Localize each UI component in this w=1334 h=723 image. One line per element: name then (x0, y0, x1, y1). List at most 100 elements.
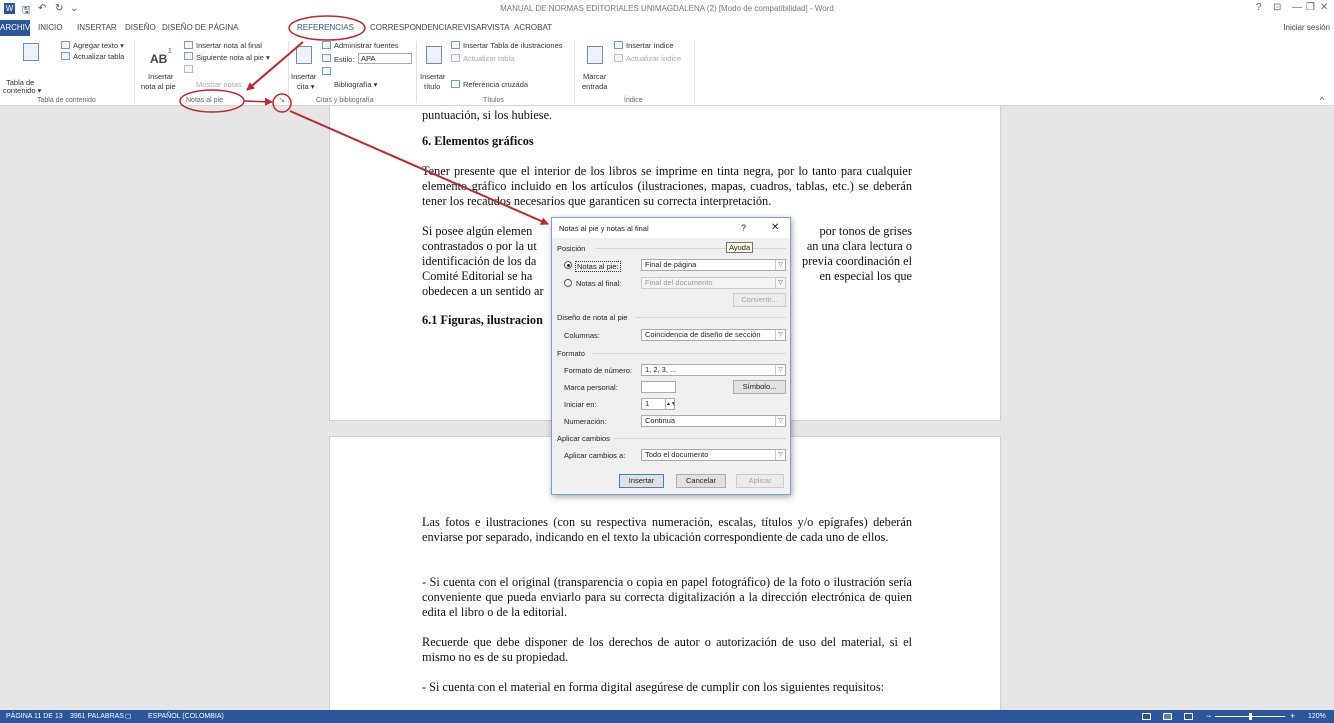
iniciar-en-spinner-icon[interactable]: ▲▼ (665, 398, 675, 410)
tabla-contenido-button-line2[interactable]: contenido ▾ (3, 86, 41, 95)
numeracion-label: Numeración: (564, 417, 607, 426)
print-layout-icon[interactable] (1163, 713, 1172, 720)
zoom-in-icon[interactable]: + (1290, 711, 1295, 721)
tab-diseno-de-pagina[interactable]: DISEÑO DE PÁGINA (162, 23, 238, 32)
insertar-nota-pie-line1[interactable]: Insertar (148, 72, 173, 81)
notas-final-select[interactable]: Final del documento ▽ (641, 277, 786, 289)
aplicar-button[interactable]: Aplicar (736, 474, 784, 488)
group-label-index: Índice (624, 97, 643, 104)
administrar-fuentes-button[interactable]: Administrar fuentes (334, 41, 399, 50)
ribbon-tabs: ARCHIVO INICIO INSERTAR DISEÑO DISEÑO DE… (0, 20, 1334, 38)
tab-inicio[interactable]: INICIO (38, 23, 62, 32)
convertir-button[interactable]: Convertir... (733, 293, 786, 307)
tab-revisar[interactable]: REVISAR (452, 23, 487, 32)
tab-diseno[interactable]: DISEÑO (125, 23, 156, 32)
language[interactable]: ESPAÑOL (COLOMBIA) (148, 713, 224, 720)
formato-numero-select[interactable]: 1, 2, 3, ... ▽ (641, 364, 786, 376)
insertar-cita-line2[interactable]: cita ▾ (297, 82, 315, 91)
insertar-cita-line1[interactable]: Insertar (291, 72, 316, 81)
zoom-out-icon[interactable]: − (1206, 711, 1211, 721)
divider (614, 438, 786, 439)
insert-caption-icon[interactable] (426, 46, 442, 64)
proofing-icon[interactable]: ☐ (125, 713, 131, 721)
notas-pie-radio[interactable] (564, 261, 572, 269)
footnote-ab-icon[interactable]: AB (150, 52, 167, 66)
title-bar: W 🖫 ↶ ↻ ⌄ MANUAL DE NORMAS EDITORIALES U… (0, 0, 1334, 20)
help-icon[interactable]: ? (1256, 2, 1262, 13)
actualizar-tabla-button[interactable]: Actualizar tabla (73, 52, 124, 61)
cancelar-button[interactable]: Cancelar (676, 474, 726, 488)
insertar-indice-button[interactable]: Insertar índice (626, 41, 674, 50)
bibliografia-button[interactable]: Bibliografía ▾ (334, 80, 377, 89)
marcar-entrada-line2[interactable]: entrada (582, 82, 607, 91)
insertar-nota-final-button[interactable]: Insertar nota al final (196, 41, 262, 50)
page-count[interactable]: PÁGINA 11 DE 13 (6, 713, 63, 720)
tab-acrobat[interactable]: ACROBAT (514, 23, 552, 32)
sign-in-link[interactable]: Iniciar sesión (1283, 23, 1330, 32)
columnas-label: Columnas: (564, 331, 600, 340)
restore-icon[interactable]: ❐ (1306, 2, 1315, 13)
read-mode-icon[interactable] (1142, 713, 1151, 720)
notas-final-label[interactable]: Notas al final: (576, 279, 621, 288)
paragraph-fragment: por tonos de grises (819, 224, 912, 238)
marca-personal-label: Marca personal: (564, 383, 618, 392)
footnotes-dialog-launcher-icon[interactable]: ↘ (279, 96, 285, 104)
marcar-entrada-line1[interactable]: Marcar (583, 72, 606, 81)
minimize-icon[interactable]: — (1292, 2, 1302, 13)
aplicar-a-select[interactable]: Todo el documento ▽ (641, 449, 786, 461)
tab-correspondencia[interactable]: CORRESPONDENCIA (370, 23, 452, 32)
paragraph-fragment: obedecen a un sentido ar (422, 284, 544, 298)
referencia-cruzada-button[interactable]: Referencia cruzada (463, 80, 528, 89)
chevron-down-icon: ▽ (775, 450, 785, 460)
tab-insertar[interactable]: INSERTAR (77, 23, 117, 32)
tab-vista[interactable]: VISTA (487, 23, 510, 32)
dialog-title: Notas al pie y notas al final (559, 224, 649, 233)
notas-final-radio[interactable] (564, 279, 572, 287)
word-count[interactable]: 3961 PALABRAS (70, 713, 124, 720)
manage-sources-icon (322, 41, 331, 49)
agregar-texto-button[interactable]: Agregar texto ▾ (73, 41, 124, 50)
insert-citation-icon[interactable] (296, 46, 312, 64)
insertar-tabla-ilustraciones-button[interactable]: Insertar Tabla de ilustraciones (463, 41, 563, 50)
collapse-ribbon-icon[interactable]: ^ (1320, 95, 1324, 105)
dialog-close-icon[interactable]: ✕ (771, 222, 779, 233)
siguiente-nota-button[interactable]: Siguiente nota al pie ▾ (196, 53, 270, 62)
dialog-help-icon[interactable]: ? (741, 223, 746, 233)
zoom-percentage[interactable]: 120% (1308, 713, 1326, 720)
notas-pie-label[interactable]: Notas al pie: (575, 261, 621, 272)
ribbon-display-icon[interactable]: ⊡ (1273, 2, 1281, 13)
insertar-titulo-line1[interactable]: Insertar (420, 72, 445, 81)
numeracion-select[interactable]: Continua ▽ (641, 415, 786, 427)
iniciar-en-label: Iniciar en: (564, 400, 597, 409)
web-layout-icon[interactable] (1184, 713, 1193, 720)
mostrar-notas-button[interactable]: Mostrar notas (196, 80, 242, 89)
section-aplicar-cambios: Aplicar cambios (557, 434, 610, 443)
notas-pie-select[interactable]: Final de página ▽ (641, 259, 786, 271)
iniciar-en-input[interactable]: 1 (641, 398, 666, 410)
aplicar-a-label: Aplicar cambios a: (564, 451, 626, 460)
columnas-select[interactable]: Coincidencia de diseño de sección ▽ (641, 329, 786, 341)
insertar-button[interactable]: Insertar (619, 474, 664, 488)
insertar-titulo-line2[interactable]: título (424, 82, 440, 91)
paragraph-fragment: previa coordinación el (802, 254, 912, 268)
insert-endnote-icon (184, 41, 193, 49)
dialog-titlebar[interactable]: Notas al pie y notas al final ? ✕ (552, 218, 790, 238)
mark-entry-icon[interactable] (587, 46, 603, 64)
marca-personal-input[interactable] (641, 381, 676, 393)
zoom-slider-thumb[interactable] (1249, 713, 1252, 720)
insertar-nota-pie-line2[interactable]: nota al pie (141, 82, 176, 91)
group-separator (694, 41, 695, 103)
status-bar: PÁGINA 11 DE 13 3961 PALABRAS ☐ ESPAÑOL … (0, 710, 1334, 723)
tab-archivo[interactable]: ARCHIVO (0, 20, 36, 36)
update-table-icon (61, 52, 70, 60)
close-icon[interactable]: ✕ (1320, 2, 1328, 13)
tab-referencias[interactable]: REFERENCIAS (297, 23, 354, 32)
simbolo-button[interactable]: Símbolo... (733, 380, 786, 394)
ribbon-referencias: Tabla de contenido ▾ Agregar texto ▾ Act… (0, 38, 1334, 106)
actualizar-indice-button[interactable]: Actualizar índice (626, 54, 681, 63)
table-of-contents-icon[interactable] (23, 43, 39, 61)
estilo-select[interactable]: APA (358, 53, 412, 64)
columnas-select-value: Coincidencia de diseño de sección (645, 330, 761, 339)
actualizar-tabla-titulos-button[interactable]: Actualizar tabla (463, 54, 514, 63)
style-icon (322, 54, 331, 62)
